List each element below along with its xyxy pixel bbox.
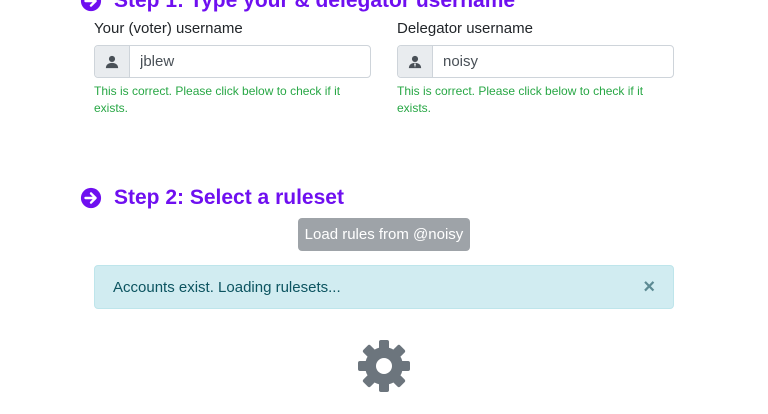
user-tie-icon: [408, 55, 422, 68]
step-1-heading: Step 1: Type your & delegator username: [80, 0, 515, 13]
delegator-username-input[interactable]: [433, 46, 673, 77]
step-2-heading: Step 2: Select a ruleset: [80, 186, 344, 210]
step-1-title: Step 1: Type your & delegator username: [114, 0, 516, 12]
gear-icon: [358, 340, 410, 392]
arrow-circle-right-icon: [80, 187, 102, 209]
delegator-validation-message: This is correct. Please click below to c…: [397, 84, 644, 115]
delegator-username-label: Delegator username: [397, 20, 533, 37]
step-2-title: Step 2: Select a ruleset: [114, 186, 344, 209]
alert-message: Accounts exist. Loading rulesets...: [113, 278, 341, 296]
voter-username-label: Your (voter) username: [94, 20, 243, 37]
ruleset-page: Step 1: Type your & delegator username Y…: [0, 0, 768, 414]
info-alert: Accounts exist. Loading rulesets... ×: [94, 265, 674, 309]
close-icon[interactable]: ×: [643, 277, 655, 297]
voter-username-input[interactable]: [130, 46, 370, 77]
arrow-circle-right-icon: [80, 0, 102, 12]
load-rules-button[interactable]: Load rules from @noisy: [298, 218, 470, 251]
voter-addon: [95, 46, 130, 77]
voter-username-group: [94, 45, 371, 78]
user-icon: [105, 55, 119, 68]
delegator-addon: [398, 46, 433, 77]
delegator-username-group: [397, 45, 674, 78]
voter-validation-message: This is correct. Please click below to c…: [94, 84, 341, 115]
